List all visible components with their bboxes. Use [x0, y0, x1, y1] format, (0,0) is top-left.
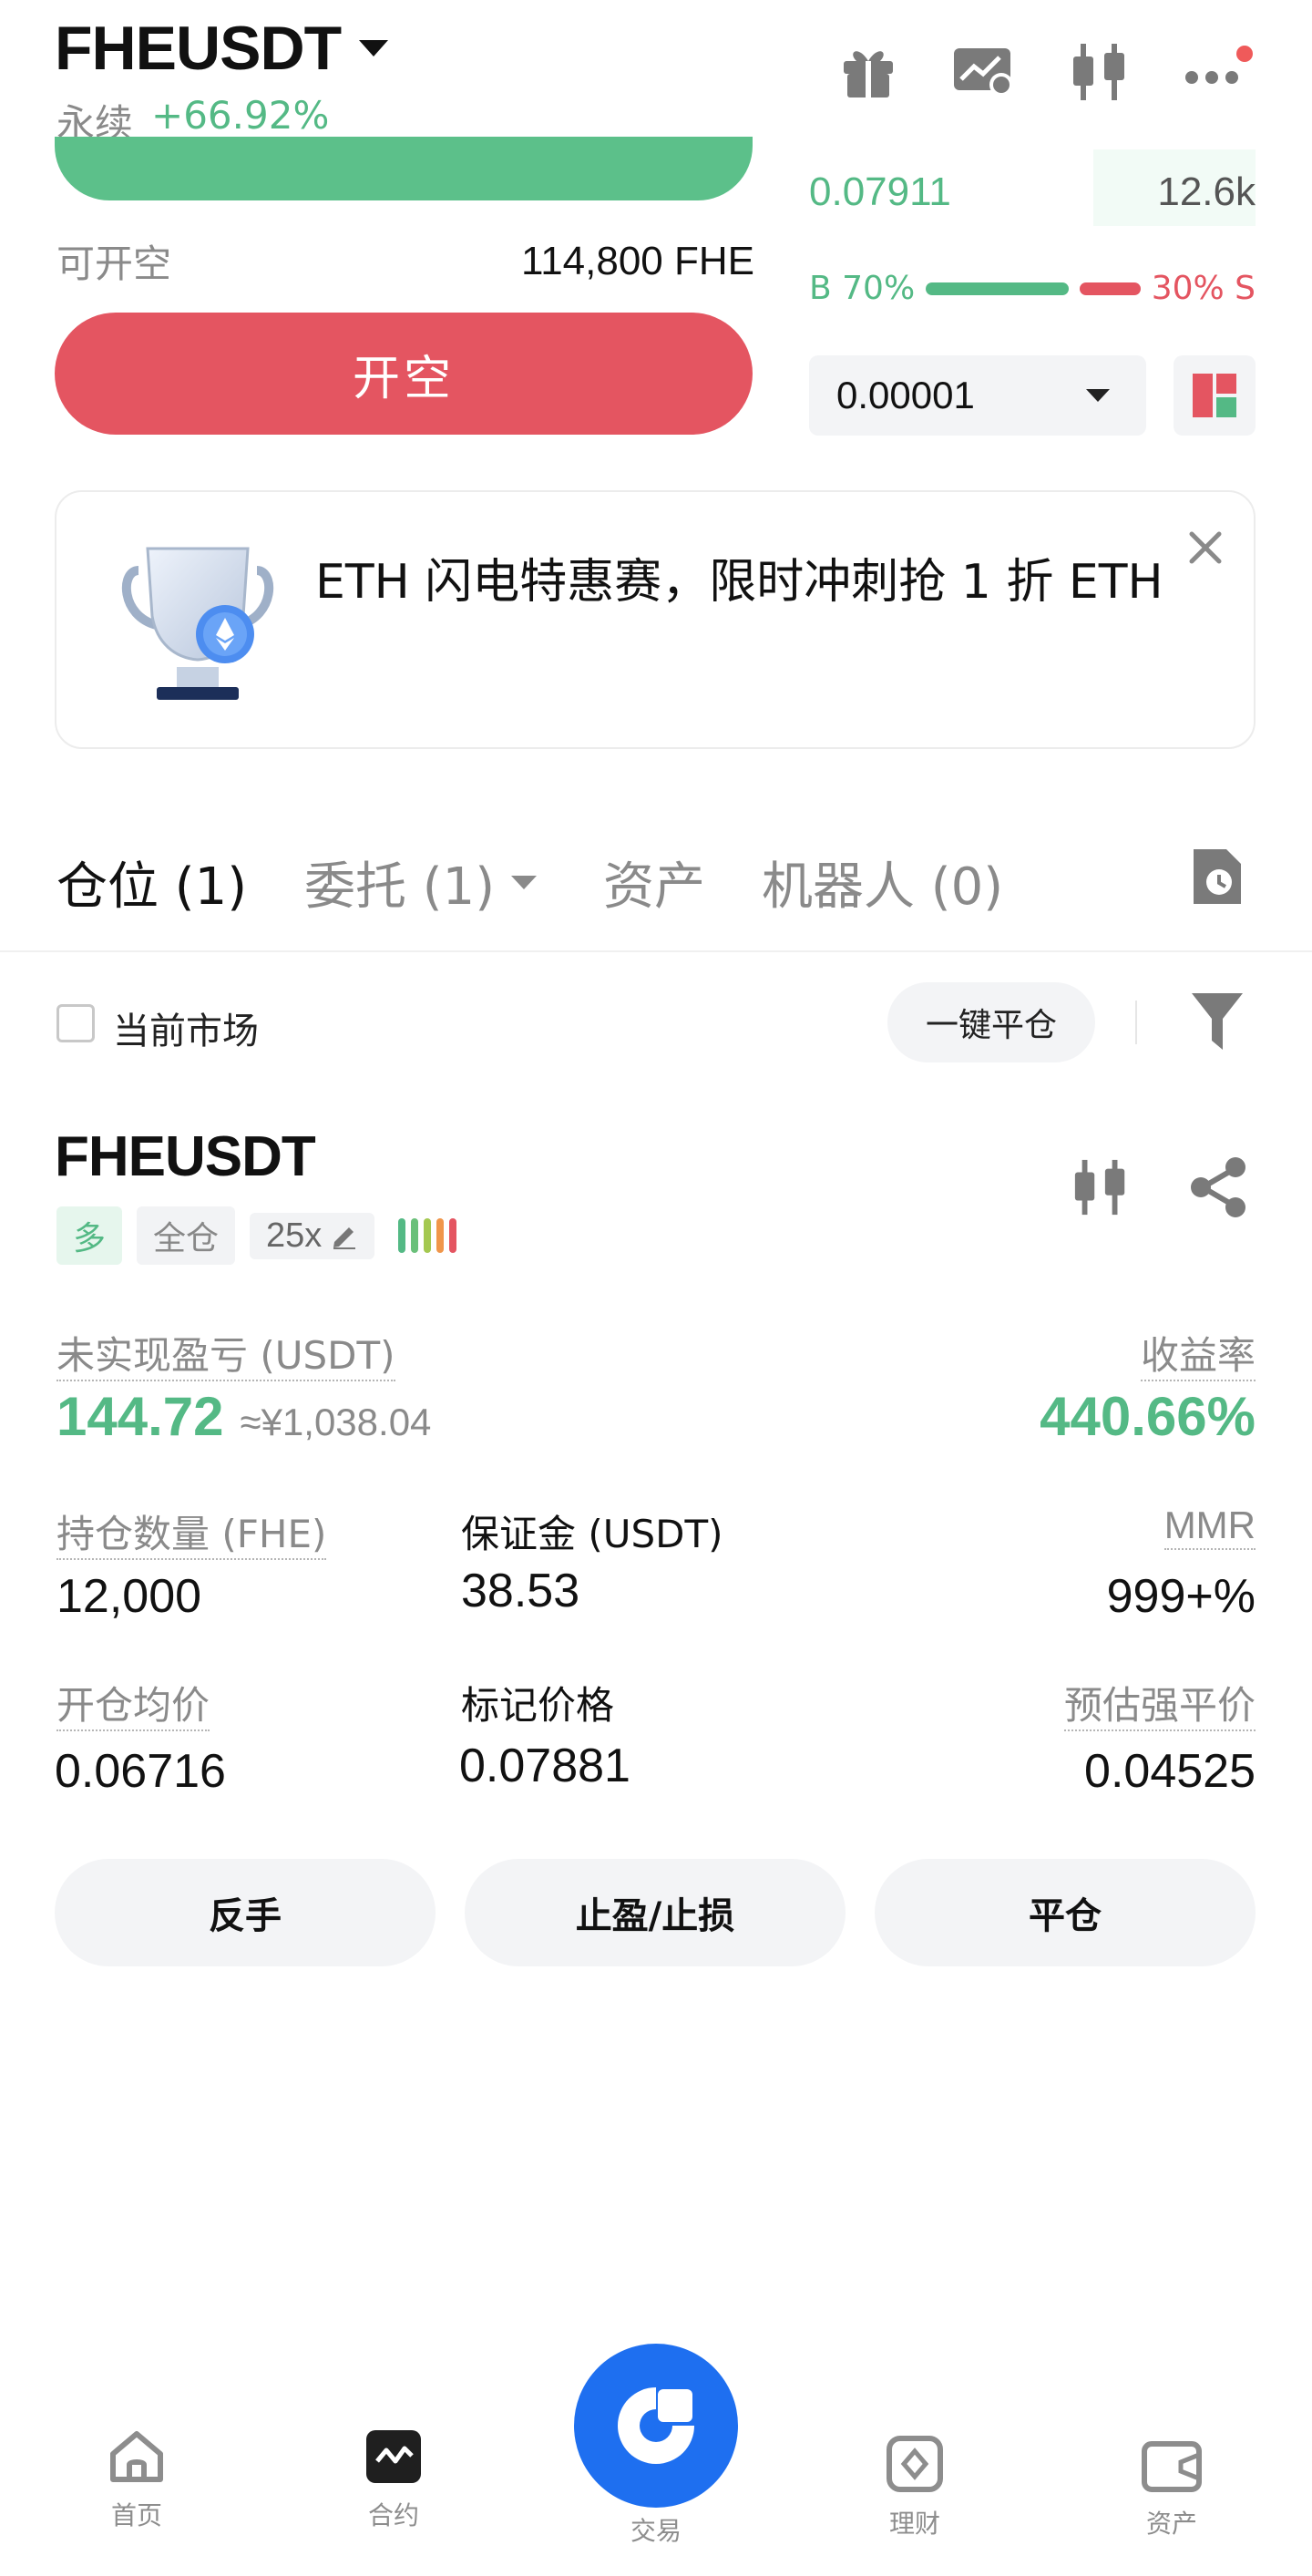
leverage-badge[interactable]: 25x — [250, 1212, 375, 1259]
tick-size-select[interactable]: 0.00001 — [809, 355, 1146, 436]
trophy-icon — [120, 543, 275, 707]
position-symbol[interactable]: FHEUSDT — [55, 1124, 316, 1189]
nav-trade-label: 交易 — [630, 2516, 682, 2546]
earn-icon — [887, 2436, 943, 2492]
trade-icon — [618, 2387, 694, 2464]
unrealized-pnl-cny: ≈¥1,038.04 — [240, 1401, 432, 1443]
margin-label: 保证金 (USDT) — [461, 1512, 723, 1556]
symbol-selector[interactable]: FHEUSDT — [55, 13, 389, 84]
nav-home[interactable]: 首页 — [64, 2428, 210, 2532]
sell-ratio-label: 30% S — [1151, 270, 1256, 307]
nav-earn-label: 理财 — [888, 2509, 940, 2539]
orderbook-price: 0.07911 — [809, 169, 951, 214]
open-short-label: 开空 — [352, 351, 455, 406]
short-available-label: 可开空 — [56, 241, 172, 286]
orderbook-qty: 12.6k — [1157, 169, 1256, 214]
unrealized-pnl-label[interactable]: 未实现盈亏 (USDT) — [56, 1333, 395, 1381]
side-badge: 多 — [56, 1206, 123, 1265]
layout-icon[interactable] — [1174, 355, 1256, 436]
contract-icon — [366, 2430, 421, 2483]
history-icon[interactable] — [1190, 846, 1245, 908]
liq-value: 0.04525 — [1084, 1745, 1256, 1798]
symbol-title: FHEUSDT — [55, 14, 342, 83]
close-icon[interactable] — [1186, 529, 1225, 567]
mark-label: 标记价格 — [461, 1683, 615, 1728]
close-all-label: 一键平仓 — [925, 1007, 1057, 1044]
mark-value: 0.07881 — [459, 1740, 630, 1792]
size-label[interactable]: 持仓数量 (FHE) — [56, 1512, 327, 1560]
tab-bots[interactable]: 机器人 (0) — [762, 846, 1003, 919]
chart-settings-icon[interactable] — [951, 40, 1017, 102]
roe-value: 440.66% — [1040, 1386, 1256, 1447]
nav-assets-label: 资产 — [1145, 2509, 1197, 2539]
tabs-divider — [0, 950, 1312, 952]
leverage-value: 25x — [266, 1216, 323, 1255]
divider — [1135, 1001, 1137, 1044]
close-position-label: 平仓 — [1029, 1895, 1102, 1937]
chevron-down-icon — [1086, 389, 1110, 402]
unrealized-pnl-value: 144.72 — [56, 1386, 224, 1447]
reverse-button[interactable]: 反手 — [55, 1859, 436, 1966]
tpsl-button[interactable]: 止盈/止损 — [465, 1859, 846, 1966]
buy-ratio-label: B 70% — [809, 270, 916, 307]
candlestick-icon[interactable] — [1068, 40, 1133, 104]
short-available-value: 114,800 FHE — [520, 238, 754, 283]
open-short-button[interactable]: 开空 — [55, 313, 753, 435]
reverse-label: 反手 — [209, 1895, 282, 1937]
nav-assets[interactable]: 资产 — [1099, 2440, 1245, 2540]
chevron-down-icon — [511, 876, 538, 889]
tab-orders-label: 委托 (1) — [304, 857, 496, 917]
size-value: 12,000 — [56, 1570, 202, 1623]
margin-mode-badge: 全仓 — [137, 1206, 236, 1265]
promo-banner[interactable]: ETH 闪电特惠赛，限时冲刺抢 1 折 ETH — [55, 490, 1256, 749]
nav-contract[interactable]: 合约 — [321, 2428, 466, 2532]
entry-value: 0.06716 — [55, 1745, 226, 1798]
mmr-label[interactable]: MMR — [1163, 1504, 1256, 1550]
nav-home-label: 首页 — [110, 2500, 162, 2530]
share-icon[interactable] — [1188, 1155, 1250, 1219]
tab-bots-label: 机器人 (0) — [762, 857, 1004, 917]
chevron-down-icon — [359, 40, 389, 56]
roe-label[interactable]: 收益率 — [1140, 1333, 1256, 1381]
close-position-button[interactable]: 平仓 — [875, 1859, 1256, 1966]
mmr-value: 999+% — [1106, 1570, 1256, 1623]
nav-contract-label: 合约 — [367, 2500, 419, 2530]
tick-size-value: 0.00001 — [836, 374, 975, 416]
entry-label[interactable]: 开仓均价 — [56, 1683, 210, 1731]
sell-ratio-bar — [1079, 282, 1141, 295]
tab-positions-label: 仓位 (1) — [56, 857, 248, 917]
liq-label[interactable]: 预估强平价 — [1063, 1683, 1256, 1731]
buy-sell-ratio: B 70% 30% S — [809, 270, 1256, 307]
nav-trade[interactable] — [574, 2344, 738, 2508]
tpsl-label: 止盈/止损 — [575, 1895, 735, 1937]
candlestick-icon[interactable] — [1071, 1157, 1132, 1217]
close-all-button[interactable]: 一键平仓 — [887, 982, 1095, 1062]
open-long-button[interactable] — [55, 137, 753, 200]
tab-assets[interactable]: 资产 — [603, 846, 705, 919]
more-icon[interactable] — [1184, 36, 1257, 100]
home-icon — [110, 2431, 163, 2482]
nav-earn[interactable]: 理财 — [842, 2435, 988, 2540]
edit-icon — [333, 1227, 356, 1249]
current-market-label: 当前市场 — [113, 1011, 259, 1052]
tab-assets-label: 资产 — [603, 857, 705, 917]
tab-positions[interactable]: 仓位 (1) — [56, 846, 247, 919]
wallet-icon — [1142, 2441, 1202, 2492]
gift-icon[interactable] — [838, 40, 898, 102]
filter-icon[interactable] — [1190, 991, 1245, 1052]
adl-indicator — [398, 1218, 457, 1253]
banner-text: ETH 闪电特惠赛，限时冲刺抢 1 折 ETH — [315, 555, 1163, 610]
margin-value: 38.53 — [461, 1565, 580, 1617]
current-market-checkbox[interactable] — [56, 1004, 95, 1042]
buy-ratio-bar — [926, 282, 1069, 295]
tab-orders[interactable]: 委托 (1) — [304, 846, 538, 919]
